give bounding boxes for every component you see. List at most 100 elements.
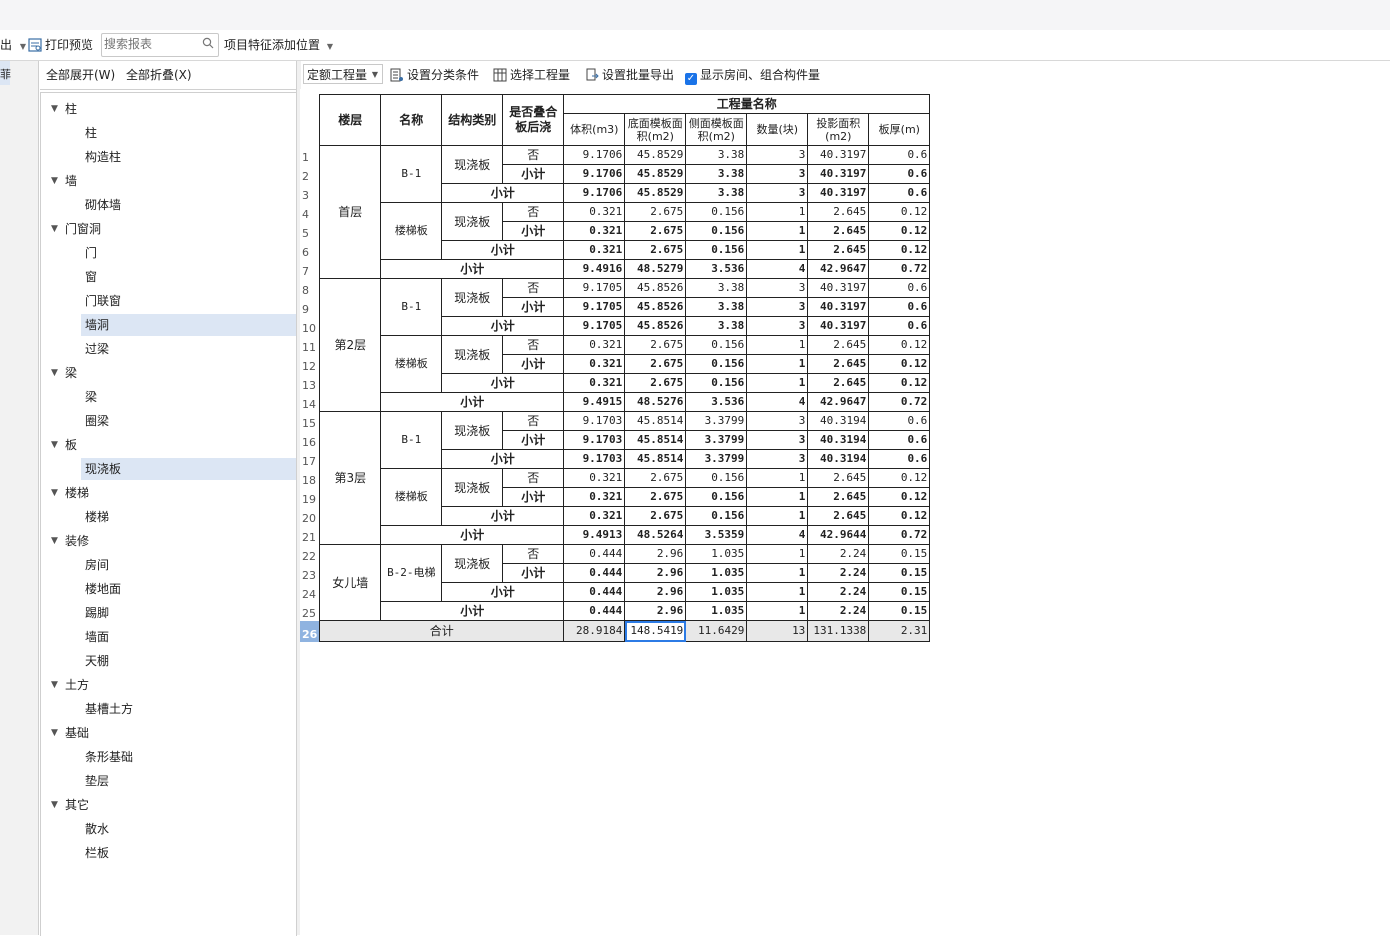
tree-item[interactable]: 窗 [81, 266, 296, 288]
quantity-cell[interactable]: 2.675 [624, 335, 687, 355]
tree-group-4[interactable]: ▼ 板 [41, 434, 296, 456]
quantity-cell[interactable]: 3.38 [685, 145, 748, 165]
grand-total-cell[interactable]: 131.1338 [807, 620, 870, 642]
quantity-cell[interactable]: 40.3197 [807, 297, 870, 317]
quantity-cell[interactable]: 0.72 [868, 525, 931, 545]
export-menu[interactable]: 出 ▼ [0, 30, 26, 60]
quantity-cell[interactable]: 45.8526 [624, 316, 687, 336]
quantity-cell[interactable]: 1 [746, 582, 809, 602]
quantity-cell[interactable]: 42.9647 [807, 259, 870, 279]
quantity-cell[interactable]: 0.6 [868, 278, 931, 298]
quantity-cell[interactable]: 9.1706 [563, 164, 626, 184]
tree-item[interactable]: 圈梁 [81, 410, 296, 432]
quantity-cell[interactable]: 3 [746, 297, 809, 317]
tree-item[interactable]: 现浇板 [81, 458, 296, 480]
quantity-cell[interactable]: 1 [746, 240, 809, 260]
quantity-cell[interactable]: 0.15 [868, 544, 931, 564]
quantity-cell[interactable]: 0.6 [868, 316, 931, 336]
quantity-cell[interactable]: 2.96 [624, 544, 687, 564]
quantity-cell[interactable]: 4 [746, 392, 809, 412]
quantity-cell[interactable]: 48.5264 [624, 525, 687, 545]
quantity-cell[interactable]: 0.321 [563, 487, 626, 507]
quantity-cell[interactable]: 1 [746, 563, 809, 583]
quantity-cell[interactable]: 0.6 [868, 430, 931, 450]
quantity-cell[interactable]: 3.3799 [685, 430, 748, 450]
overlap-cell[interactable]: 否 [502, 335, 565, 355]
row-number[interactable]: 9 [300, 297, 321, 317]
quantity-cell[interactable]: 45.8529 [624, 145, 687, 165]
row-number[interactable]: 14 [300, 392, 321, 412]
quantity-cell[interactable]: 0.321 [563, 221, 626, 241]
quantity-cell[interactable]: 2.675 [624, 487, 687, 507]
quantity-cell[interactable]: 40.3194 [807, 430, 870, 450]
quantity-cell[interactable]: 0.321 [563, 202, 626, 222]
row-number[interactable]: 11 [300, 335, 321, 355]
floor-cell[interactable]: 女儿墙 [319, 544, 382, 621]
row-number[interactable]: 23 [300, 563, 321, 583]
tree-item[interactable]: 条形基础 [81, 746, 296, 768]
quantity-cell[interactable]: 0.72 [868, 392, 931, 412]
quantity-cell[interactable]: 2.24 [807, 563, 870, 583]
feature-position-menu[interactable]: 项目特征添加位置 ▼ [224, 30, 333, 60]
quantity-cell[interactable]: 1 [746, 468, 809, 488]
quantity-cell[interactable]: 0.12 [868, 335, 931, 355]
quantity-cell[interactable]: 9.4915 [563, 392, 626, 412]
struct-type-cell[interactable]: 现浇板 [441, 278, 504, 317]
expand-arrow-icon[interactable]: ▼ [51, 434, 58, 456]
quantity-cell[interactable]: 3 [746, 164, 809, 184]
quantity-cell[interactable]: 0.12 [868, 487, 931, 507]
row-number[interactable]: 15 [300, 411, 321, 431]
quantity-cell[interactable]: 0.156 [685, 487, 748, 507]
struct-type-cell[interactable]: 现浇板 [441, 544, 504, 583]
tree-item[interactable]: 构造柱 [81, 146, 296, 168]
tree-item[interactable]: 天棚 [81, 650, 296, 672]
quantity-cell[interactable]: 0.72 [868, 259, 931, 279]
quantity-cell[interactable]: 2.675 [624, 468, 687, 488]
row-number[interactable]: 20 [300, 506, 321, 526]
tree-item[interactable]: 楼地面 [81, 578, 296, 600]
expand-arrow-icon[interactable]: ▼ [51, 170, 58, 192]
quantity-cell[interactable]: 42.9647 [807, 392, 870, 412]
struct-type-cell[interactable]: 现浇板 [441, 202, 504, 241]
quantity-cell[interactable]: 0.6 [868, 145, 931, 165]
quantity-cell[interactable]: 9.1705 [563, 278, 626, 298]
quantity-cell[interactable]: 40.3194 [807, 411, 870, 431]
quantity-cell[interactable]: 0.6 [868, 297, 931, 317]
quantity-cell[interactable]: 3.3799 [685, 411, 748, 431]
search-icon[interactable] [202, 37, 214, 49]
quantity-cell[interactable]: 0.321 [563, 373, 626, 393]
quantity-cell[interactable]: 4 [746, 525, 809, 545]
component-name-cell[interactable]: B-1 [380, 278, 443, 336]
row-number[interactable]: 12 [300, 354, 321, 374]
row-number[interactable]: 26 [300, 620, 321, 642]
tree-item[interactable]: 门联窗 [81, 290, 296, 312]
row-number[interactable]: 16 [300, 430, 321, 450]
quantity-cell[interactable]: 0.12 [868, 373, 931, 393]
quantity-cell[interactable]: 45.8529 [624, 164, 687, 184]
quantity-cell[interactable]: 3.536 [685, 392, 748, 412]
quantity-cell[interactable]: 45.8529 [624, 183, 687, 203]
tree-item[interactable]: 门 [81, 242, 296, 264]
quantity-cell[interactable]: 2.24 [807, 582, 870, 602]
quantity-cell[interactable]: 2.645 [807, 373, 870, 393]
quantity-cell[interactable]: 40.3197 [807, 316, 870, 336]
row-number[interactable]: 25 [300, 601, 321, 621]
struct-type-cell[interactable]: 现浇板 [441, 411, 504, 450]
quantity-cell[interactable]: 2.645 [807, 487, 870, 507]
row-number[interactable]: 8 [300, 278, 321, 298]
quantity-cell[interactable]: 0.321 [563, 354, 626, 374]
grand-total-cell[interactable]: 28.9184 [563, 620, 626, 642]
quantity-cell[interactable]: 3 [746, 411, 809, 431]
grand-total-cell[interactable]: 148.5419 [624, 620, 687, 642]
tree-item[interactable]: 楼梯 [81, 506, 296, 528]
quantity-cell[interactable]: 0.321 [563, 468, 626, 488]
struct-type-cell[interactable]: 现浇板 [441, 468, 504, 507]
quantity-cell[interactable]: 45.8514 [624, 430, 687, 450]
tree-item[interactable]: 过梁 [81, 338, 296, 360]
quantity-cell[interactable]: 2.645 [807, 506, 870, 526]
component-name-cell[interactable]: 楼梯板 [380, 335, 443, 393]
quantity-cell[interactable]: 40.3197 [807, 278, 870, 298]
tree-item[interactable]: 墙洞 [81, 314, 296, 336]
row-number[interactable]: 6 [300, 240, 321, 260]
quantity-cell[interactable]: 2.645 [807, 221, 870, 241]
